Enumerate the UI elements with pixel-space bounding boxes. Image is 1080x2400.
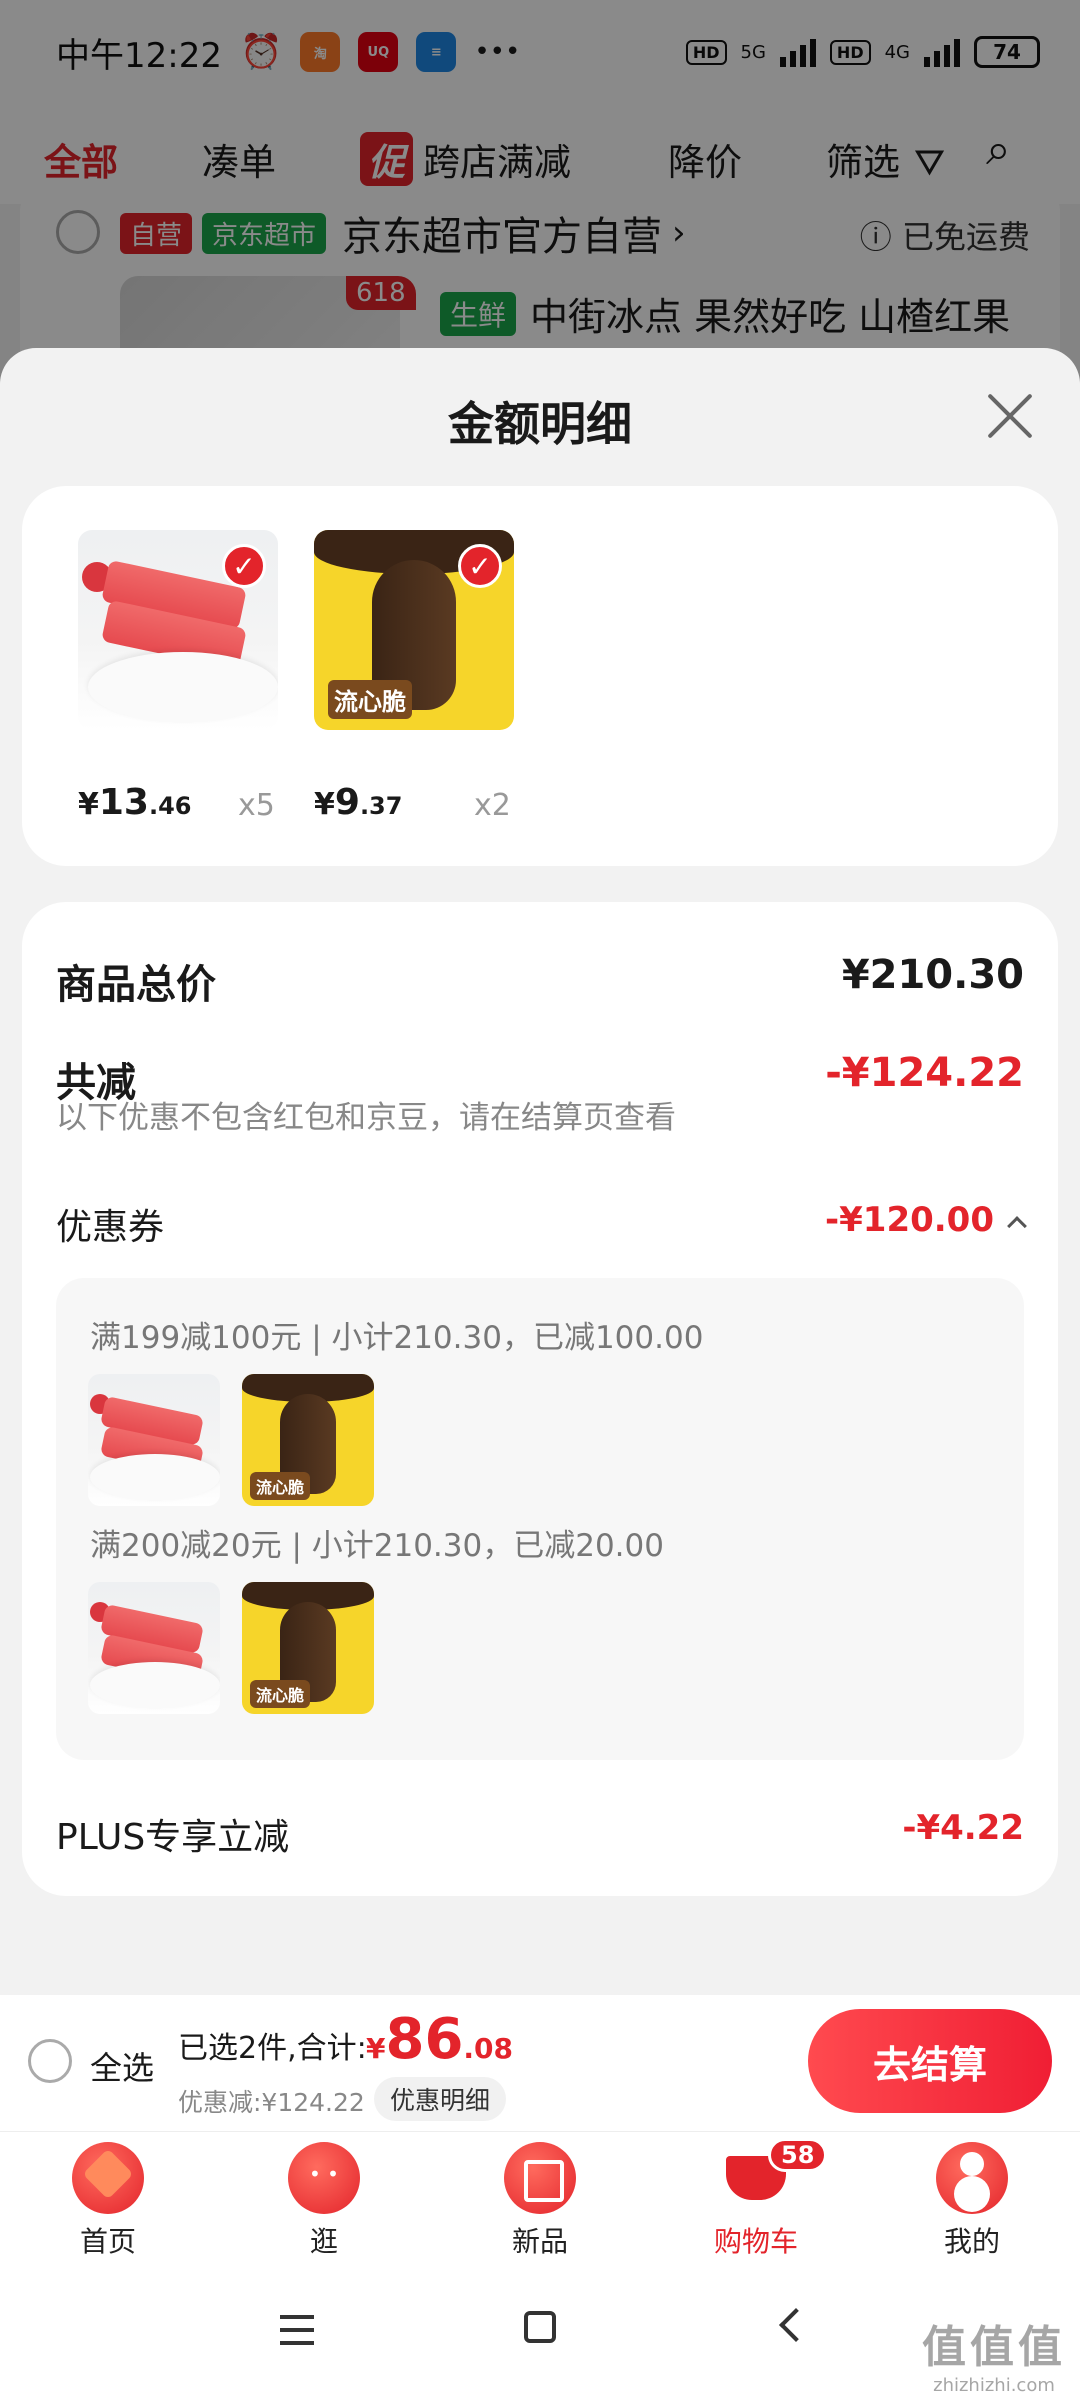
bottom-tab-bar: 首页 逛 新品 58 购物车 我的 [0, 2131, 1080, 2271]
reduction-note: 以下优惠不包含红包和京豆，请在结算页查看 [56, 1100, 676, 1136]
checkout-button[interactable]: 去结算 [808, 2009, 1052, 2113]
watermark-url: zhizhizhi.com [933, 2375, 1055, 2396]
back-icon[interactable] [779, 2308, 813, 2342]
coupon-label: 优惠券 [56, 1207, 165, 1248]
plus-discount-value: -¥4.22 [902, 1808, 1024, 1848]
system-navigation-bar: 值值值 zhizhizhi.com [0, 2271, 1080, 2400]
selected-summary: 已选2件,合计: [178, 2031, 367, 2066]
chevron-up-icon [1007, 1216, 1027, 1236]
amount-detail-sheet: 金额明细 ✓ ¥13.46 x5 流心脆 ✓ ¥9.37 x2 商品总价 ¥21… [0, 348, 1080, 1995]
tab-label: 我的 [943, 2225, 1000, 2258]
profile-icon [936, 2142, 1008, 2214]
browse-icon [288, 2142, 360, 2214]
coupon-product-thumb [88, 1374, 220, 1506]
discount-detail-button[interactable]: 优惠明细 [374, 2077, 507, 2121]
tab-home[interactable]: 首页 [28, 2142, 188, 2260]
product-image: ✓ [78, 530, 278, 730]
checkout-total: ¥86.08 [366, 2007, 514, 2072]
new-products-icon [504, 2142, 576, 2214]
check-icon: ✓ [458, 544, 502, 588]
selected-products-card: ✓ ¥13.46 x5 流心脆 ✓ ¥9.37 x2 [22, 486, 1058, 866]
product-quantity: x2 [474, 788, 511, 823]
checkout-bar: 全选 已选2件,合计: ¥86.08 优惠减:¥124.22 优惠明细 去结算 [0, 1995, 1080, 2131]
coupon-breakdown: 满199减100元 | 小计210.30，已减100.00 流心脆 满200减2… [56, 1278, 1024, 1760]
total-reduction-value: -¥124.22 [825, 1050, 1024, 1096]
discount-summary: 优惠减:¥124.22 [178, 2088, 365, 2117]
product-image-label: 流心脆 [328, 680, 412, 719]
menu-icon[interactable] [280, 2315, 314, 2345]
select-all-label[interactable]: 全选 [90, 2043, 154, 2089]
product-image: 流心脆 ✓ [314, 530, 514, 730]
product-price: ¥13.46 [78, 782, 192, 823]
tab-label: 首页 [79, 2225, 136, 2258]
tab-new-products[interactable]: 新品 [460, 2142, 620, 2260]
price-detail-card: 商品总价 ¥210.30 共减 -¥124.22 以下优惠不包含红包和京豆，请在… [22, 902, 1058, 1896]
coupon-toggle[interactable]: -¥120.00 [825, 1200, 1027, 1240]
coupon-product-thumb: 流心脆 [242, 1374, 374, 1506]
watermark-mark: 值值值 [922, 2322, 1066, 2373]
total-price-value: ¥210.30 [841, 952, 1024, 998]
tab-browse[interactable]: 逛 [244, 2142, 404, 2260]
tab-label: 逛 [309, 2225, 338, 2258]
sheet-title: 金额明细 [448, 397, 632, 451]
select-all-radio[interactable] [28, 2039, 72, 2083]
coupon-line: 满199减100元 | 小计210.30，已减100.00 [90, 1320, 704, 1356]
product-price: ¥9.37 [314, 782, 403, 823]
tab-label: 购物车 [713, 2225, 798, 2258]
cart-count-badge: 58 [768, 2138, 828, 2172]
tab-cart[interactable]: 58 购物车 [676, 2138, 836, 2260]
home-square-icon[interactable] [524, 2311, 556, 2343]
check-icon: ✓ [222, 544, 266, 588]
coupon-line: 满200减20元 | 小计210.30，已减20.00 [90, 1528, 664, 1564]
coupon-product-thumb: 流心脆 [242, 1582, 374, 1714]
coupon-value: -¥120.00 [825, 1200, 994, 1240]
product-item[interactable]: 流心脆 ✓ ¥9.37 x2 [314, 530, 514, 823]
product-item[interactable]: ✓ ¥13.46 x5 [78, 530, 278, 823]
home-icon [72, 2142, 144, 2214]
total-price-label: 商品总价 [56, 962, 216, 1008]
watermark: 值值值 zhizhizhi.com [922, 2311, 1066, 2396]
product-quantity: x5 [238, 788, 275, 823]
plus-discount-label: PLUS专享立减 [56, 1817, 290, 1858]
close-icon[interactable] [984, 390, 1036, 442]
tab-profile[interactable]: 我的 [892, 2142, 1052, 2260]
coupon-product-thumb [88, 1582, 220, 1714]
tab-label: 新品 [511, 2225, 568, 2258]
